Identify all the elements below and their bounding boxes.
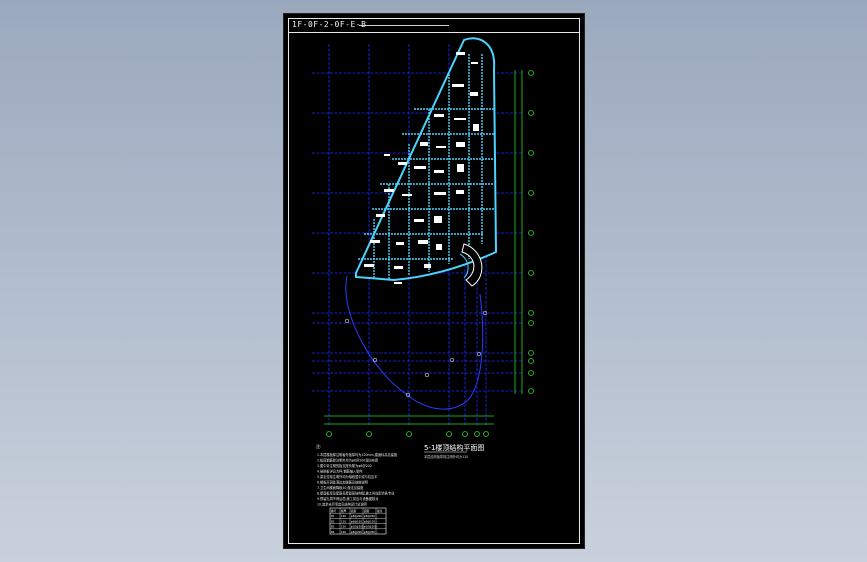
table-cell: 100 [341, 530, 346, 534]
table-cell: φ10@200 [364, 525, 377, 529]
table-cell: φ8@150 [364, 519, 375, 523]
note-line: 4.悬挑板详见大样,钢筋锚入梁内 [317, 469, 363, 474]
table-cell: 底筋 [351, 509, 357, 513]
axis-markers-right [514, 70, 534, 394]
notes-heading: 注: [316, 443, 321, 449]
table-cell: φ8@200 [351, 530, 362, 534]
table-cell: φ10@200 [351, 525, 364, 529]
table-cell: φ8@200 [364, 530, 375, 534]
table-cell: - [377, 520, 378, 523]
table-cell: 备注 [377, 509, 383, 513]
note-line: 8.屋面板厚及配筋见屋面层结构图,施工时应配合各专业 [317, 491, 394, 496]
table-cell: - [377, 531, 378, 534]
table-cell: 150 [341, 525, 346, 529]
note-line: 3.图中未注明的板支座负筋为φ8@200 [317, 463, 372, 468]
table-cell: φ8@150 [351, 519, 362, 523]
note-line: 7.卫生间楼面降板50,做法见建施 [317, 485, 364, 490]
slab-schedule-table: 编号 板厚 底筋 面筋 备注 B1 120 φ8@200 φ8@200 - B2… [329, 507, 387, 535]
table-cell: B4 [331, 530, 335, 534]
plan-title: 5-1楼顶结构平面图 [424, 443, 484, 452]
outline-nodes [344, 310, 488, 398]
table-cell: φ8@200 [351, 514, 362, 518]
table-cell: - [377, 526, 378, 529]
drawing-sheet[interactable]: 1F-0F-2-0F-E-B 5-1楼顶结构平面图 本层结构板厚除注明外均为12… [283, 13, 585, 549]
table-cell: 120 [341, 519, 346, 523]
table-cell: 编号 [331, 509, 337, 513]
note-line: 6.楼板开洞处洞边加强筋见结施说明 [317, 480, 368, 485]
table-cell: 板厚 [341, 509, 347, 513]
note-line: 1.本层楼板除注明者外板厚均为120mm,楼面标高见建施 [317, 452, 398, 457]
table-cell: B2 [331, 519, 335, 523]
table-cell: - [377, 515, 378, 518]
table-cell: φ8@200 [364, 514, 375, 518]
table-cell: 120 [341, 514, 346, 518]
cad-drawing[interactable]: 5-1楼顶结构平面图 本层结构板厚除注明外均为120 注: 1.本层楼板除注明者… [284, 14, 586, 550]
table-cell: B1 [331, 514, 335, 518]
plan-subtitle: 本层结构板厚除注明外均为120 [424, 454, 468, 459]
note-line: 2.板底钢筋除注明外均为φ8@200双向布置 [317, 458, 378, 463]
table-cell: 面筋 [364, 509, 370, 513]
note-line: 5.梁定位除注明外均为轴线居中或与柱边平 [317, 474, 378, 479]
notes-list: 1.本层楼板除注明者外板厚均为120mm,楼面标高见建施 2.板底钢筋除注明外均… [317, 452, 398, 507]
note-line: 10.其余未尽事宜见结构设计总说明 [317, 502, 367, 507]
lower-outline [345, 275, 484, 410]
table-cell: B3 [331, 525, 335, 529]
floor-plate [355, 37, 498, 287]
note-line: 9.预留孔洞不得后凿,施工前应与设备图核对 [317, 496, 379, 501]
